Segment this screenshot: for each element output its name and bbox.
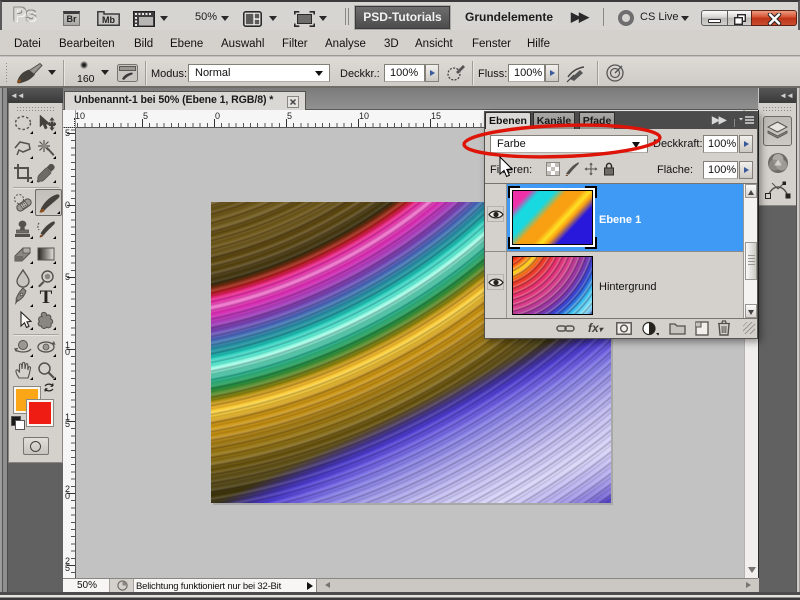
- svg-text:T: T: [40, 287, 53, 307]
- svg-text:Mb: Mb: [102, 15, 115, 25]
